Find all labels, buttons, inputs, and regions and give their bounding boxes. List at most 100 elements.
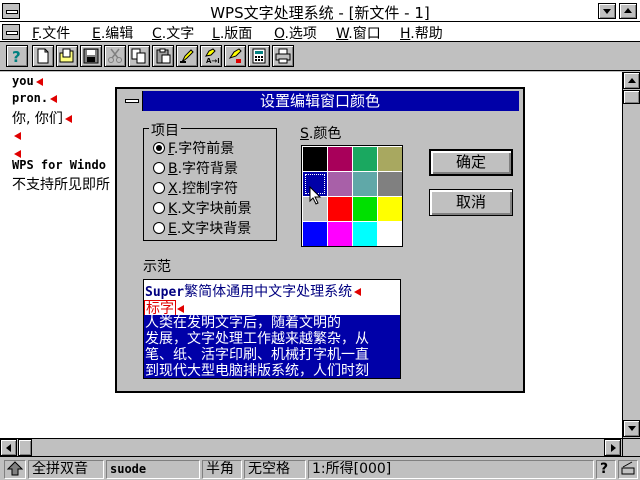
- color-swatch[interactable]: [353, 222, 377, 246]
- dialog-system-menu-icon[interactable]: [121, 91, 143, 111]
- arrow-right-icon: [611, 444, 616, 452]
- paragraph-mark-icon: [14, 131, 21, 140]
- menu-options[interactable]: O.选项: [274, 23, 317, 43]
- help-icon: ?: [600, 461, 609, 477]
- scroll-down-button[interactable]: [623, 420, 640, 437]
- copy-icon: [131, 48, 146, 64]
- candidate-list[interactable]: 1:所得[000]: [308, 460, 594, 479]
- open-file-icon: [59, 48, 74, 63]
- ime-toggle-button[interactable]: [4, 460, 26, 479]
- menu-edit[interactable]: E.编辑: [92, 23, 133, 43]
- scroll-left-button[interactable]: [0, 439, 17, 456]
- color-swatch[interactable]: [328, 172, 352, 196]
- menu-bar: F.文件 E.编辑 C.文字 L.版面 O.选项 W.窗口 H.帮助: [0, 22, 640, 42]
- ime-arrow-icon: [6, 461, 24, 476]
- radio-control-char[interactable]: X.控制字符: [153, 178, 238, 198]
- doc-line: you: [12, 74, 43, 89]
- paste-icon: [156, 48, 171, 64]
- input-code: suode: [106, 460, 200, 479]
- ok-button[interactable]: 确定: [429, 149, 513, 176]
- menu-file[interactable]: F.文件: [32, 23, 70, 43]
- replace-button[interactable]: A→B: [200, 45, 222, 67]
- color-swatch[interactable]: [328, 222, 352, 246]
- scroll-corner: [622, 438, 640, 456]
- minimize-icon: [603, 9, 611, 14]
- keyboard-icon: [621, 461, 635, 475]
- arrow-left-icon: [6, 444, 11, 452]
- svg-text:?: ?: [12, 48, 21, 64]
- radio-block-foreground[interactable]: K.文字块前景: [153, 198, 252, 218]
- scroll-up-button[interactable]: [623, 72, 640, 89]
- cancel-button[interactable]: 取消: [429, 189, 513, 216]
- radio-icon: [153, 222, 165, 234]
- color-swatch[interactable]: [303, 147, 327, 171]
- save-file-button[interactable]: [80, 45, 102, 67]
- color-swatch[interactable]: [303, 222, 327, 246]
- ime-name: 全拼双音: [28, 460, 104, 479]
- ime-help-button[interactable]: ?: [596, 460, 616, 479]
- arrow-up-icon: [628, 78, 636, 83]
- paragraph-mark-icon: [64, 115, 72, 123]
- doc-line: WPS for Windo: [12, 158, 106, 172]
- color-swatch[interactable]: [328, 197, 352, 221]
- color-swatch[interactable]: [378, 172, 402, 196]
- sample-block: 人类在发明文字后，随着文明的 发展，文字处理工作越来越繁杂，从 笔、纸、活字印刷…: [144, 315, 400, 378]
- menu-layout[interactable]: L.版面: [212, 23, 252, 43]
- copy-button[interactable]: [128, 45, 150, 67]
- radio-icon: [153, 182, 165, 194]
- replace-ab-icon: A→B: [204, 48, 219, 64]
- window-title: WPS文字处理系统 - [新文件 - 1]: [210, 4, 430, 22]
- marker-icon: [180, 49, 194, 63]
- menu-window[interactable]: W.窗口: [336, 23, 381, 43]
- printer-icon: [275, 48, 291, 64]
- doc-line: 不支持所见即所: [12, 177, 110, 193]
- toolbar: ? A→B: [0, 43, 640, 71]
- color-swatch[interactable]: [328, 147, 352, 171]
- maximize-button[interactable]: [619, 3, 637, 19]
- cut-button[interactable]: [104, 45, 126, 67]
- scissors-icon: [108, 48, 122, 63]
- scroll-thumb[interactable]: [623, 90, 640, 104]
- radio-char-foreground[interactable]: F.字符前景: [153, 138, 234, 158]
- calculator-icon: [252, 48, 266, 64]
- document-system-menu-icon[interactable]: [2, 24, 20, 40]
- spacing-mode[interactable]: 无空格: [244, 460, 306, 479]
- paste-button[interactable]: [152, 45, 174, 67]
- doc-line: pron.: [12, 91, 58, 106]
- sample-block-line: 笔、纸、活字印刷、机械打字机一直: [145, 347, 369, 363]
- calculator-button[interactable]: [248, 45, 270, 67]
- radio-char-background[interactable]: B.字符背景: [153, 158, 238, 178]
- format-brush-button[interactable]: [224, 45, 246, 67]
- color-swatch[interactable]: [378, 197, 402, 221]
- color-swatch[interactable]: [353, 172, 377, 196]
- minimize-button[interactable]: [598, 3, 616, 19]
- radio-block-background[interactable]: E.文字块背景: [153, 218, 251, 238]
- vertical-scrollbar[interactable]: [622, 72, 640, 438]
- mouse-cursor-icon: [309, 186, 322, 205]
- title-bar: WPS文字处理系统 - [新文件 - 1]: [0, 0, 640, 22]
- items-group-label: 项目: [149, 120, 181, 140]
- help-button[interactable]: ?: [6, 45, 28, 67]
- color-label: S.颜色: [300, 126, 342, 142]
- doc-line: [12, 128, 21, 143]
- highlight-button[interactable]: [176, 45, 198, 67]
- color-swatch[interactable]: [353, 197, 377, 221]
- color-swatch[interactable]: [378, 222, 402, 246]
- keyboard-button[interactable]: [618, 460, 638, 479]
- horizontal-scrollbar[interactable]: [0, 438, 622, 456]
- open-file-button[interactable]: [56, 45, 78, 67]
- scroll-thumb-horizontal[interactable]: [18, 439, 32, 456]
- scroll-right-button[interactable]: [604, 439, 621, 456]
- doc-line: 你, 你们: [12, 108, 72, 128]
- width-mode[interactable]: 半角: [202, 460, 242, 479]
- print-button[interactable]: [272, 45, 294, 67]
- menu-text[interactable]: C.文字: [152, 23, 194, 43]
- color-swatch[interactable]: [353, 147, 377, 171]
- new-file-button[interactable]: [32, 45, 54, 67]
- radio-icon: [153, 202, 165, 214]
- paragraph-mark-icon: [14, 149, 21, 158]
- menu-help[interactable]: H.帮助: [400, 23, 443, 43]
- paragraph-mark-icon: [50, 94, 58, 103]
- color-swatch[interactable]: [378, 147, 402, 171]
- radio-icon: [153, 162, 165, 174]
